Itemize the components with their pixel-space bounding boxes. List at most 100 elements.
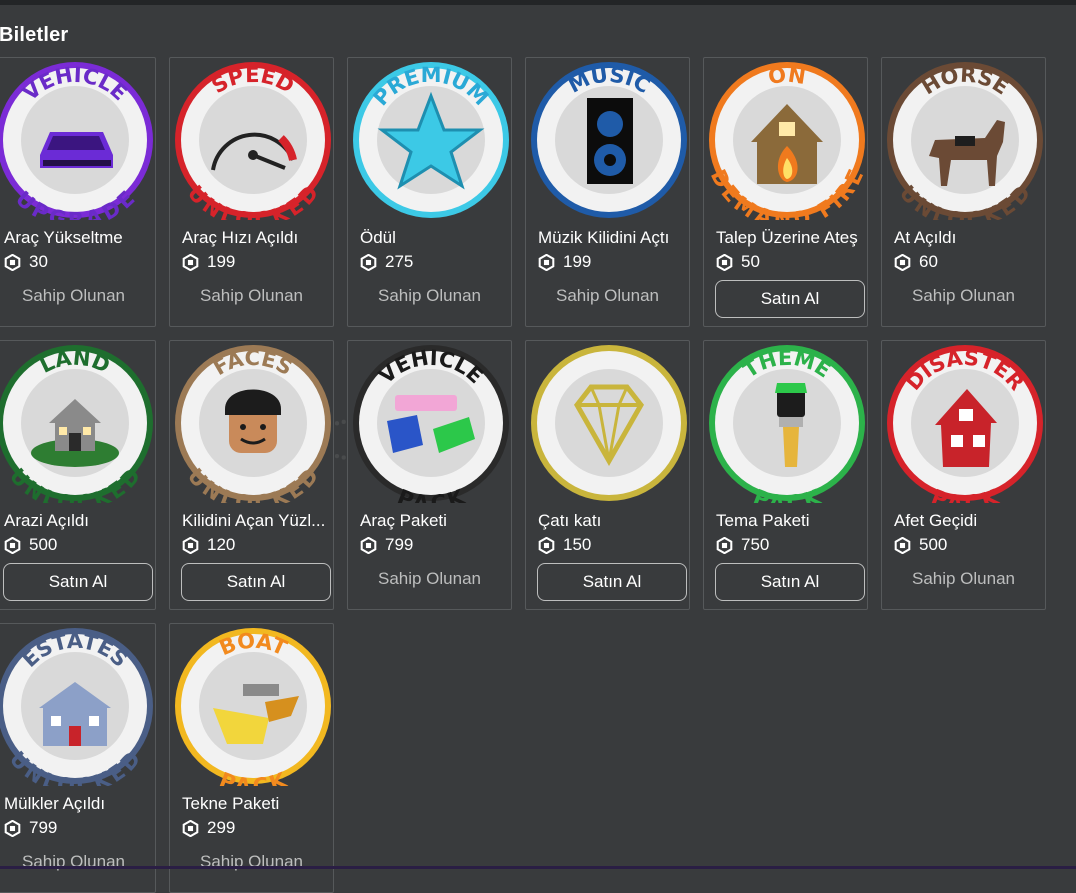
ticket-card[interactable]: VEHICLE PACK Araç Paketi 799 Sahip Olunan — [347, 340, 512, 610]
ticket-thumbnail[interactable]: VEHICLEUPGRADE — [0, 60, 155, 220]
ticket-name[interactable]: Mülkler Açıldı — [4, 794, 152, 814]
price-value: 750 — [741, 535, 770, 554]
owned-status: Sahip Olunan — [199, 286, 304, 305]
owned-status: Sahip Olunan — [21, 852, 126, 871]
owned-status: Sahip Olunan — [377, 286, 482, 305]
price-value: 500 — [29, 535, 58, 554]
ticket-name[interactable]: Ödül — [360, 228, 508, 248]
price-value: 199 — [563, 252, 592, 271]
speaker-icon — [587, 98, 633, 184]
top-bar — [0, 0, 1076, 5]
ticket-price: 500 — [4, 535, 57, 555]
robux-icon — [360, 253, 377, 271]
robux-icon — [360, 536, 377, 554]
ticket-name[interactable]: Araç Paketi — [360, 511, 508, 531]
ticket-grid: VEHICLEUPGRADE Araç Yükseltme 30 Sahip Olun… — [0, 57, 1046, 893]
ticket-card[interactable]: DISASTER PACK Afet Geçidi 500 Sahip Olunan — [881, 340, 1046, 610]
price-value: 275 — [385, 252, 414, 271]
ticket-price: 120 — [182, 535, 235, 555]
ticket-card[interactable]: MUSIC Müzik Kilidini Açtı 199 Sahip Olunan — [525, 57, 690, 327]
ticket-price: 500 — [894, 535, 947, 555]
ticket-price: 799 — [360, 535, 413, 555]
ticket-card[interactable]: FACES UNLOCKED Kilidini Açan Yüzl... 120 Sat… — [169, 340, 334, 610]
robux-icon — [716, 536, 733, 554]
ticket-name[interactable]: Afet Geçidi — [894, 511, 1042, 531]
buy-button[interactable]: Satın Al — [715, 563, 865, 601]
buy-button[interactable]: Satın Al — [181, 563, 331, 601]
price-value: 120 — [207, 535, 236, 554]
avatar-face-icon — [225, 389, 281, 453]
price-value: 60 — [919, 252, 938, 271]
ticket-thumbnail[interactable]: ESTATES UNLOCKED — [0, 626, 155, 786]
ticket-name[interactable]: Arazi Açıldı — [4, 511, 152, 531]
ticket-thumbnail[interactable]: FACES UNLOCKED — [173, 343, 333, 503]
ticket-thumbnail[interactable]: HORSE UNLOCKED — [885, 60, 1045, 220]
robux-icon — [182, 819, 199, 837]
ticket-price: 50 — [716, 252, 760, 272]
ticket-card[interactable]: ESTATES UNLOCKED Mülkler Açıldı 799 Sahip Ol… — [0, 623, 156, 893]
robux-icon — [4, 536, 21, 554]
section-title: Biletler — [0, 24, 69, 46]
ticket-price: 299 — [182, 818, 235, 838]
ticket-card[interactable]: HORSE UNLOCKED At Açıldı 60 Sahip Olunan — [881, 57, 1046, 327]
ticket-price: 30 — [4, 252, 48, 272]
ticket-name[interactable]: Çatı katı — [538, 511, 686, 531]
ticket-name[interactable]: Araç Yükseltme — [4, 228, 152, 248]
price-value: 30 — [29, 252, 48, 271]
ticket-name[interactable]: Müzik Kilidini Açtı — [538, 228, 686, 248]
ticket-card[interactable]: SPEED UNLOCKED Araç Hızı Açıldı 199 Sahip Ol… — [169, 57, 334, 327]
ticket-thumbnail[interactable]: VEHICLE PACK — [351, 343, 511, 503]
ticket-thumbnail[interactable]: PREMIUM — [351, 60, 511, 220]
ticket-card[interactable]: Çatı katı 150 Satın Al — [525, 340, 690, 610]
owned-status: Sahip Olunan — [377, 569, 482, 588]
owned-status: Sahip Olunan — [555, 286, 660, 305]
ticket-card[interactable]: VEHICLEUPGRADE Araç Yükseltme 30 Sahip Olun… — [0, 57, 156, 327]
ticket-price: 150 — [538, 535, 591, 555]
ticket-card[interactable]: BOAT PACK Tekne Paketi 299 Sahip Olunan — [169, 623, 334, 893]
price-value: 799 — [385, 535, 414, 554]
robux-icon — [182, 536, 199, 554]
owned-status: Sahip Olunan — [199, 852, 304, 871]
ticket-thumbnail[interactable]: BOAT PACK — [173, 626, 333, 786]
ticket-thumbnail[interactable]: MUSIC — [529, 60, 689, 220]
price-value: 150 — [563, 535, 592, 554]
ticket-card[interactable]: ONDEMAND FIRE Talep Üzerine Ateş 50 Satın A… — [703, 57, 868, 327]
robux-icon — [894, 253, 911, 271]
buy-button[interactable]: Satın Al — [537, 563, 687, 601]
ticket-thumbnail[interactable]: THEME PACK — [707, 343, 867, 503]
price-value: 199 — [207, 252, 236, 271]
buy-button[interactable]: Satın Al — [3, 563, 153, 601]
ticket-name[interactable]: Tema Paketi — [716, 511, 864, 531]
ticket-card[interactable]: PREMIUM Ödül 275 Sahip Olunan — [347, 57, 512, 327]
price-value: 799 — [29, 818, 58, 837]
ticket-thumbnail[interactable]: LAND UNLOCKED — [0, 343, 155, 503]
ticket-thumbnail[interactable]: ONDEMAND FIRE — [707, 60, 867, 220]
ticket-price: 60 — [894, 252, 938, 272]
owned-status: Sahip Olunan — [911, 286, 1016, 305]
ticket-price: 199 — [538, 252, 591, 272]
ticket-card[interactable]: THEME PACK Tema Paketi 750 Satın Al — [703, 340, 868, 610]
robux-icon — [538, 536, 555, 554]
purple-car-icon — [40, 132, 113, 168]
robux-icon — [894, 536, 911, 554]
robux-icon — [4, 819, 21, 837]
ticket-name[interactable]: Kilidini Açan Yüzl... — [182, 511, 330, 531]
ticket-name[interactable]: Talep Üzerine Ateş — [716, 228, 864, 248]
ticket-price: 275 — [360, 252, 413, 272]
robux-icon — [716, 253, 733, 271]
ticket-price: 199 — [182, 252, 235, 272]
owned-status: Sahip Olunan — [911, 569, 1016, 588]
buy-button[interactable]: Satın Al — [715, 280, 865, 318]
ticket-name[interactable]: At Açıldı — [894, 228, 1042, 248]
ticket-thumbnail[interactable]: SPEED UNLOCKED — [173, 60, 333, 220]
price-value: 50 — [741, 252, 760, 271]
ticket-name[interactable]: Araç Hızı Açıldı — [182, 228, 330, 248]
ticket-price: 750 — [716, 535, 769, 555]
robux-icon — [182, 253, 199, 271]
ticket-thumbnail[interactable]: DISASTER PACK — [885, 343, 1045, 503]
ticket-thumbnail[interactable] — [529, 343, 689, 503]
price-value: 299 — [207, 818, 236, 837]
ticket-card[interactable]: LAND UNLOCKED Arazi Açıldı 500 Satın Al — [0, 340, 156, 610]
ticket-name[interactable]: Tekne Paketi — [182, 794, 330, 814]
owned-status: Sahip Olunan — [21, 286, 126, 305]
